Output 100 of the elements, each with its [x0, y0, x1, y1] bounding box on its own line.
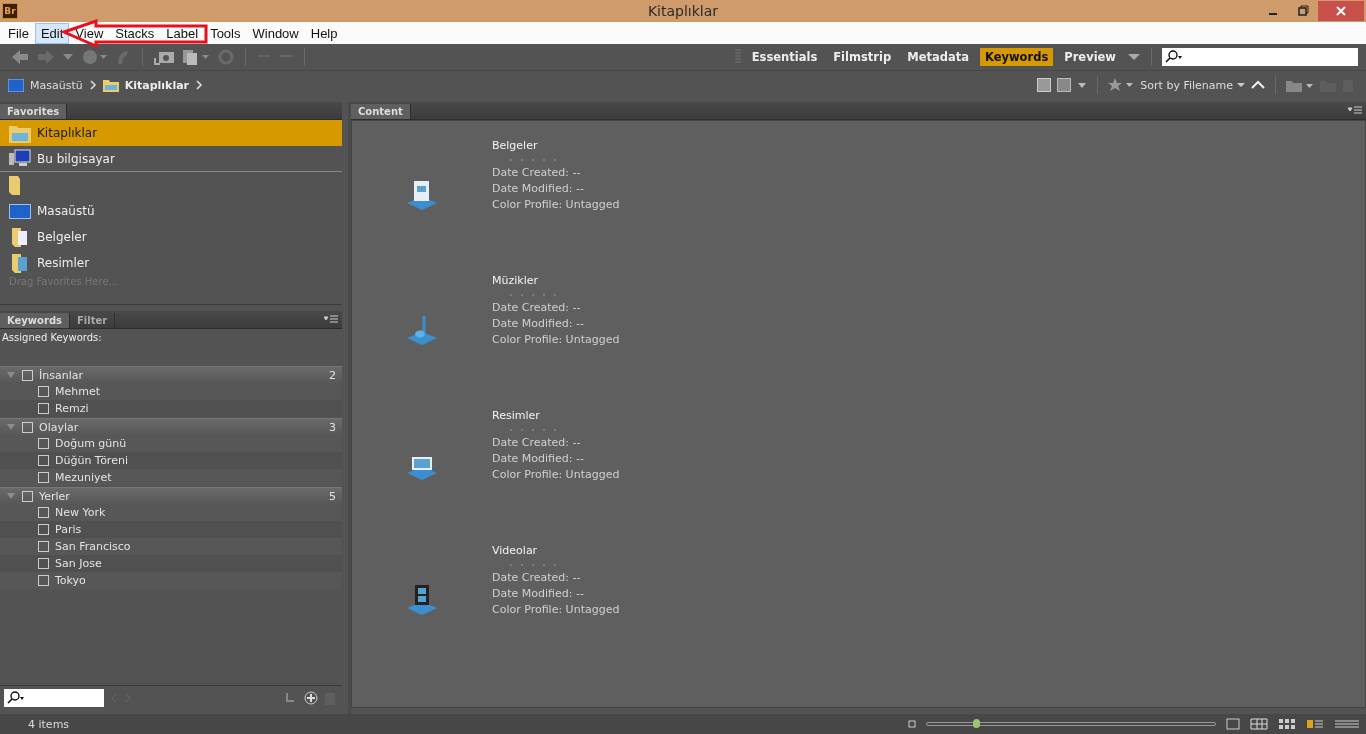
copy-icon[interactable] [181, 48, 211, 66]
keyword-item[interactable]: New York [55, 506, 106, 519]
keyword-search-field[interactable] [4, 689, 104, 707]
breadcrumb-item[interactable]: Masaüstü [30, 78, 83, 92]
caret-icon[interactable] [62, 52, 74, 62]
keyword-item[interactable]: San Jose [55, 557, 102, 570]
panel-tab[interactable]: Keywords [0, 313, 71, 328]
desktop-icon [9, 201, 31, 221]
workspace-tab[interactable]: Essentials [746, 48, 823, 66]
checkbox[interactable] [38, 541, 49, 552]
menu-item[interactable]: View [69, 22, 110, 44]
metadata-line: Date Created: -- [492, 301, 582, 314]
checkbox[interactable] [38, 507, 49, 518]
favorite-item[interactable]: Belgeler [0, 224, 342, 250]
metadata-line: Date Created: -- [492, 166, 582, 179]
keyword-item[interactable]: Düğün Töreni [55, 454, 128, 467]
checkbox[interactable] [22, 369, 33, 381]
details-view-icon[interactable] [1306, 718, 1324, 730]
keyword-group[interactable]: İnsanlar [39, 368, 83, 382]
favorite-item[interactable]: Masaüstü [0, 198, 342, 224]
thumbnail-view-icon[interactable] [1278, 718, 1296, 730]
rating-dots-icon[interactable] [508, 157, 558, 163]
rating-dots-icon[interactable] [508, 427, 558, 433]
search-icon [1165, 50, 1183, 64]
folder-icon [9, 175, 21, 195]
item-name[interactable]: Müzikler [492, 274, 620, 287]
sort-dropdown[interactable]: Sort by Filename [1140, 78, 1245, 92]
folder-icon[interactable] [1286, 78, 1314, 92]
rating-dots-icon[interactable] [508, 292, 558, 298]
add-icon[interactable] [304, 691, 318, 705]
checker-icon[interactable] [1037, 78, 1052, 92]
caret-icon[interactable] [1077, 81, 1088, 89]
app-icon: Br [2, 3, 18, 19]
menu-item[interactable]: Tools [204, 22, 247, 44]
thumbnail-size-slider[interactable] [926, 722, 1216, 726]
back-icon[interactable] [10, 48, 30, 66]
checkbox[interactable] [38, 472, 49, 483]
menu-item[interactable]: Label [160, 22, 205, 44]
panel-tab[interactable]: Content [351, 104, 411, 119]
breadcrumb-item[interactable]: Kitaplıklar [124, 78, 190, 92]
item-name[interactable]: Resimler [492, 409, 620, 422]
checkbox[interactable] [38, 524, 49, 535]
checkbox[interactable] [22, 490, 33, 502]
keyword-item[interactable]: Remzi [55, 402, 89, 415]
workspace-tab[interactable]: Metadata [902, 48, 974, 66]
menu-item[interactable]: Help [304, 22, 344, 44]
favorite-item[interactable]: Kitaplıklar [0, 120, 342, 146]
favorite-item[interactable]: Resimler [0, 250, 342, 276]
video-library-icon[interactable] [405, 582, 439, 616]
search-field[interactable] [1162, 48, 1358, 66]
panel-menu-icon[interactable] [324, 315, 338, 323]
keyword-group[interactable]: Olaylar [39, 420, 79, 434]
metadata-line: Date Modified: -- [492, 317, 585, 330]
checkbox[interactable] [38, 403, 49, 414]
checkbox[interactable] [38, 386, 49, 397]
metadata-line: Date Created: -- [492, 571, 582, 584]
checkbox[interactable] [38, 455, 49, 466]
square-icon[interactable] [1057, 78, 1072, 92]
menu-item[interactable]: Stacks [109, 22, 161, 44]
slider-thumb[interactable] [972, 719, 980, 728]
close-icon [1335, 5, 1347, 17]
workspace-tab[interactable]: Preview [1059, 48, 1121, 66]
favorite-item[interactable]: Bu bilgisayar [0, 146, 342, 172]
workspace-tab[interactable]: Filmstrip [828, 48, 897, 66]
chevron-icon[interactable] [195, 80, 204, 90]
caret-icon[interactable] [1127, 52, 1141, 62]
keyword-group[interactable]: Yerler [39, 489, 70, 503]
panel-tab[interactable]: Filter [70, 313, 116, 328]
grid-view-icon[interactable] [1250, 718, 1268, 730]
keyword-item[interactable]: Tokyo [55, 574, 86, 587]
star-icon[interactable] [1108, 78, 1135, 92]
close-button[interactable] [1318, 1, 1364, 21]
metadata-line: Color Profile: Untagged [492, 468, 620, 481]
checkbox[interactable] [38, 558, 49, 569]
workspace-tab[interactable]: Keywords [979, 48, 1054, 66]
keyword-item[interactable]: Mehmet [55, 385, 101, 398]
desktop-icon [8, 78, 24, 92]
small-thumbnail-icon[interactable] [908, 720, 916, 728]
rating-dots-icon[interactable] [508, 562, 558, 568]
metadata-line: Color Profile: Untagged [492, 603, 620, 616]
list-view-icon[interactable] [1334, 718, 1360, 730]
item-name[interactable]: Belgeler [492, 139, 620, 152]
chevron-icon[interactable] [88, 80, 97, 90]
large-thumbnail-icon[interactable] [1226, 718, 1240, 730]
sort-ascending-icon[interactable] [1251, 80, 1265, 90]
computer-icon [9, 148, 31, 169]
checkbox[interactable] [38, 575, 49, 586]
keyword-item[interactable]: Paris [55, 523, 82, 536]
checkbox[interactable] [22, 421, 33, 433]
menu-item[interactable]: File [2, 22, 35, 44]
item-name[interactable]: Videolar [492, 544, 620, 557]
panel-menu-icon[interactable] [1348, 106, 1362, 114]
panel-tab[interactable]: Favorites [0, 104, 68, 119]
menu-item[interactable]: Edit [34, 22, 70, 44]
keyword-item[interactable]: Doğum günü [55, 437, 127, 450]
keyword-item[interactable]: San Francisco [55, 540, 131, 553]
checkbox[interactable] [38, 438, 49, 449]
menu-item[interactable]: Window [246, 22, 305, 44]
keyword-item[interactable]: Mezuniyet [55, 471, 112, 484]
folder-icon [102, 78, 119, 92]
